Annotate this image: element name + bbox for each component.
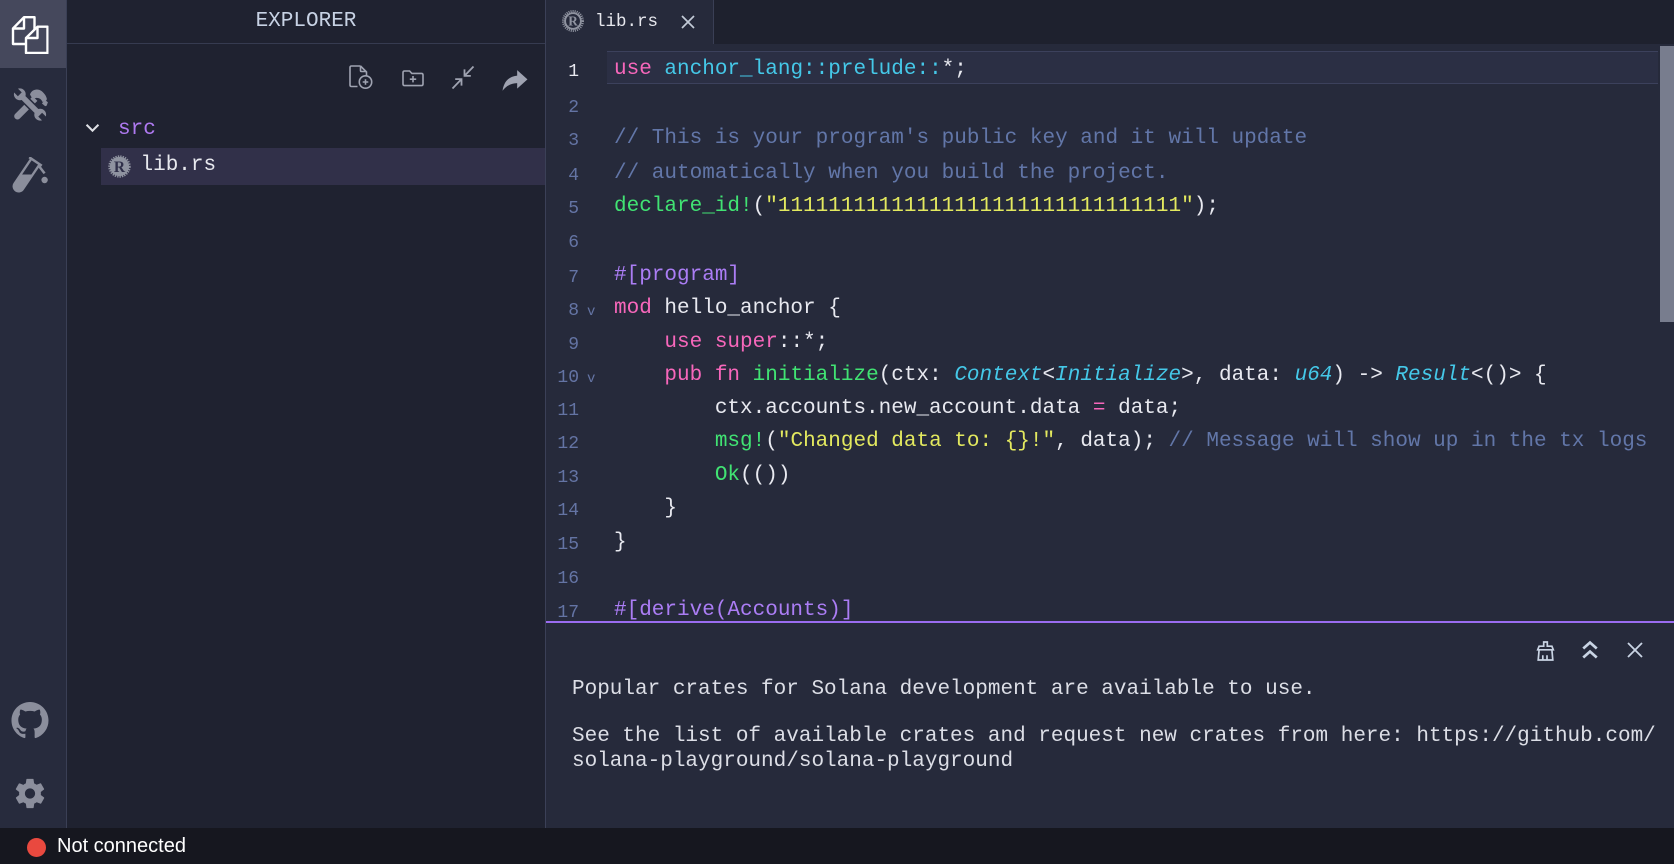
svg-text:R: R (114, 159, 126, 176)
svg-text:R: R (568, 14, 578, 29)
